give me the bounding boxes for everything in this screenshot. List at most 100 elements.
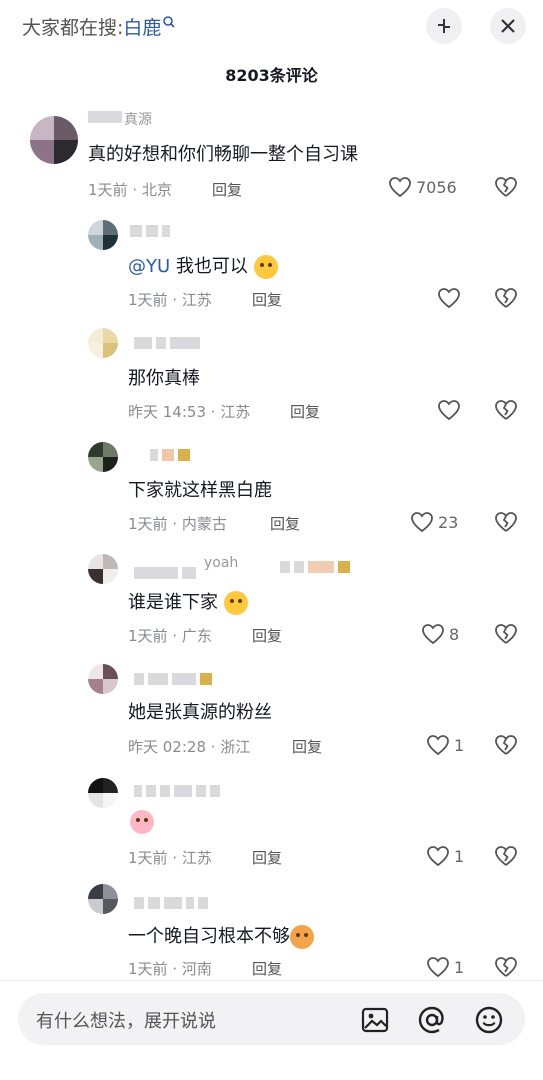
comment-meta: 昨天 14:53 · 江苏: [128, 403, 251, 421]
broken-heart-icon: [495, 735, 517, 755]
broken-heart-icon: [495, 400, 517, 420]
dislike-button[interactable]: [494, 734, 518, 760]
comment-meta: 昨天 02:28 · 浙江: [128, 738, 251, 756]
dislike-button[interactable]: [494, 956, 518, 982]
like-count: 7056: [416, 177, 457, 197]
heart-icon: [438, 288, 460, 309]
heart-icon: [422, 624, 444, 645]
comment-meta: 1天前 · 江苏: [128, 849, 212, 867]
comment-meta: 1天前 · 北京: [88, 181, 172, 199]
username-blurred: [88, 110, 122, 124]
dislike-button[interactable]: [494, 623, 518, 649]
comment-text: 下家就这样黑白鹿: [128, 480, 272, 501]
avatar[interactable]: [88, 778, 118, 808]
username-blurred: [150, 448, 190, 462]
mention-link[interactable]: @YU: [128, 256, 170, 277]
reply-button[interactable]: 回复: [270, 513, 300, 534]
like-button[interactable]: 8: [421, 623, 459, 645]
reply-button[interactable]: 回复: [252, 625, 282, 646]
heart-icon: [427, 957, 449, 978]
reply-button[interactable]: 回复: [290, 401, 320, 422]
username-blurred: [134, 896, 208, 910]
comment-meta: 1天前 · 河南: [128, 960, 212, 978]
like-button[interactable]: 1: [426, 956, 464, 978]
avatar[interactable]: [88, 664, 118, 694]
comment-text: 真的好想和你们畅聊一整个自习课: [88, 144, 358, 165]
search-suggestion[interactable]: 大家都在搜:白鹿: [22, 13, 176, 40]
comment-text: 那你真棒: [128, 368, 200, 389]
like-count: 1: [454, 846, 465, 866]
broken-heart-icon: [495, 846, 517, 866]
username-blurred: [134, 336, 200, 350]
crying-emoji-icon: [223, 591, 248, 615]
heart-icon: [427, 735, 449, 756]
comment-text: [130, 810, 154, 834]
avatar[interactable]: [88, 328, 118, 358]
like-count: 1: [454, 735, 465, 755]
username-blurred: [134, 566, 196, 580]
image-button[interactable]: [360, 1005, 390, 1035]
collapse-button[interactable]: [426, 8, 462, 44]
username-partial: 真源: [124, 112, 152, 128]
avatar[interactable]: [88, 554, 118, 584]
like-button[interactable]: 1: [426, 845, 464, 867]
comment-text: 谁是谁下家: [128, 588, 248, 615]
like-button[interactable]: 1: [426, 734, 464, 756]
broken-heart-icon: [495, 177, 517, 197]
like-count: 8: [449, 624, 460, 644]
search-icon: [163, 16, 175, 28]
top-bar: 大家都在搜:白鹿: [0, 0, 543, 54]
reply-button[interactable]: 回复: [252, 289, 282, 310]
reply-button[interactable]: 回复: [292, 736, 322, 757]
heart-icon: [438, 400, 460, 421]
dislike-button[interactable]: [494, 511, 518, 537]
emoji-icon: [475, 1006, 503, 1034]
comment-count: 8203条评论: [225, 66, 318, 85]
mention-button[interactable]: [417, 1005, 447, 1035]
username-blurred: [280, 560, 350, 574]
smile-emoji-icon: [253, 255, 278, 279]
dislike-button[interactable]: [494, 399, 518, 425]
broken-heart-icon: [495, 512, 517, 532]
like-count: 1: [454, 957, 465, 977]
like-button[interactable]: [437, 399, 461, 421]
like-button[interactable]: [437, 287, 461, 309]
comment-text: 一个晚自习根本不够: [128, 922, 314, 949]
reply-button[interactable]: 回复: [252, 958, 282, 979]
username-blurred: [134, 784, 220, 798]
like-button[interactable]: 23: [410, 511, 458, 533]
avatar[interactable]: [30, 116, 78, 164]
hug-emoji-icon: [130, 810, 154, 834]
username-blurred: [130, 224, 170, 238]
close-button[interactable]: [490, 8, 526, 44]
image-icon: [361, 1007, 389, 1033]
reply-button[interactable]: 回复: [212, 179, 242, 200]
broken-heart-icon: [495, 624, 517, 644]
broken-heart-icon: [495, 288, 517, 308]
like-button[interactable]: 7056: [388, 176, 457, 198]
comment-input-bar: 有什么想法，展开说说: [0, 980, 543, 1080]
comment-input-placeholder: 有什么想法，展开说说: [36, 1011, 216, 1032]
dislike-button[interactable]: [494, 845, 518, 871]
search-keyword[interactable]: 白鹿: [123, 17, 161, 39]
dislike-button[interactable]: [494, 176, 518, 202]
emoji-button[interactable]: [474, 1005, 504, 1035]
avatar[interactable]: [88, 220, 118, 250]
username-blurred: [134, 672, 212, 686]
at-icon: [418, 1006, 444, 1034]
reply-button[interactable]: 回复: [252, 847, 282, 868]
comment-text: 她是张真源的粉丝: [128, 702, 272, 723]
comment-text: @YU 我也可以: [128, 252, 278, 279]
collapse-icon: [438, 19, 450, 33]
avatar[interactable]: [88, 442, 118, 472]
comment-input[interactable]: 有什么想法，展开说说: [18, 993, 525, 1045]
dislike-button[interactable]: [494, 287, 518, 313]
comment-meta: 1天前 · 江苏: [128, 291, 212, 309]
heart-icon: [389, 177, 411, 198]
comment-meta: 1天前 · 内蒙古: [128, 515, 227, 533]
like-count: 23: [438, 512, 459, 532]
dog-emoji-icon: [290, 925, 314, 949]
comment-meta: 1天前 · 广东: [128, 627, 212, 645]
search-prefix: 大家都在搜:: [22, 17, 124, 39]
avatar[interactable]: [88, 884, 118, 914]
